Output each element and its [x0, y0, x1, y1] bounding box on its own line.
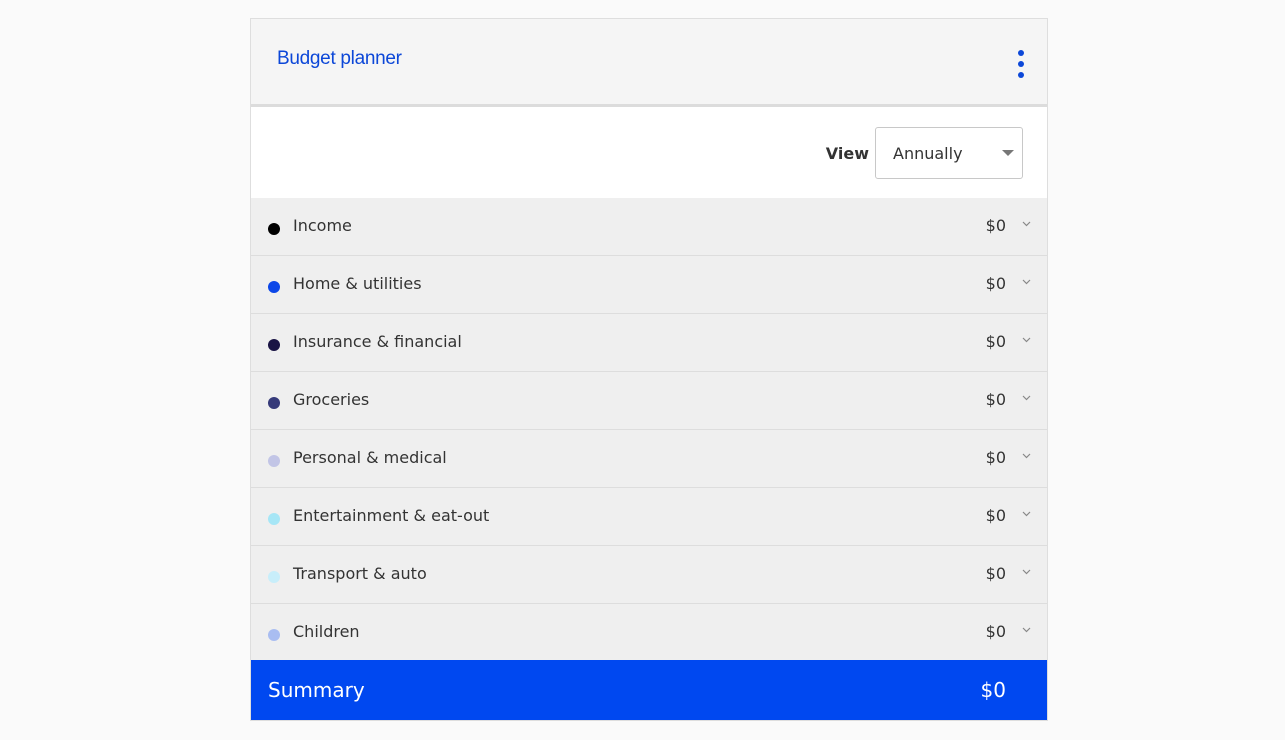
page-title: Budget planner	[277, 48, 402, 69]
widget-header: Budget planner	[251, 19, 1047, 107]
category-list: Income $0 Home & utilities $0 Insurance …	[251, 198, 1047, 662]
summary-label: Summary	[268, 678, 365, 702]
category-color-dot	[268, 281, 280, 293]
category-label: Insurance & financial	[293, 332, 462, 351]
category-amount: $0	[985, 390, 1006, 409]
summary-bar[interactable]: Summary $0	[251, 660, 1047, 720]
category-row-groceries[interactable]: Groceries $0	[251, 372, 1047, 430]
category-amount: $0	[985, 506, 1006, 525]
category-row-insurance-financial[interactable]: Insurance & financial $0	[251, 314, 1047, 372]
category-row-entertainment-eat-out[interactable]: Entertainment & eat-out $0	[251, 488, 1047, 546]
category-amount: $0	[985, 274, 1006, 293]
chevron-down-icon	[1022, 395, 1031, 401]
view-period-value: Annually	[893, 144, 963, 163]
chevron-down-icon	[1022, 453, 1031, 459]
category-amount: $0	[985, 622, 1006, 641]
category-amount: $0	[985, 448, 1006, 467]
budget-planner-widget: Budget planner View Annually Income $0 H…	[250, 18, 1048, 721]
kebab-menu-icon[interactable]	[1009, 49, 1033, 79]
chevron-down-icon	[1022, 511, 1031, 517]
category-color-dot	[268, 455, 280, 467]
caret-down-icon	[1002, 150, 1014, 156]
category-row-personal-medical[interactable]: Personal & medical $0	[251, 430, 1047, 488]
category-label: Transport & auto	[293, 564, 427, 583]
chevron-down-icon	[1022, 569, 1031, 575]
category-label: Income	[293, 216, 352, 235]
category-color-dot	[268, 571, 280, 583]
category-label: Entertainment & eat-out	[293, 506, 490, 525]
category-label: Home & utilities	[293, 274, 422, 293]
chevron-down-icon	[1022, 279, 1031, 285]
view-label: View	[825, 144, 869, 163]
category-color-dot	[268, 223, 280, 235]
category-color-dot	[268, 397, 280, 409]
kebab-dot	[1018, 72, 1024, 78]
category-color-dot	[268, 339, 280, 351]
chevron-down-icon	[1022, 627, 1031, 633]
category-amount: $0	[985, 216, 1006, 235]
category-row-income[interactable]: Income $0	[251, 198, 1047, 256]
kebab-dot	[1018, 50, 1024, 56]
chevron-down-icon	[1022, 221, 1031, 227]
category-amount: $0	[985, 564, 1006, 583]
summary-amount: $0	[980, 678, 1006, 702]
category-amount: $0	[985, 332, 1006, 351]
view-period-select[interactable]: Annually	[875, 127, 1023, 179]
view-selector-bar: View Annually	[251, 107, 1047, 198]
category-row-home-utilities[interactable]: Home & utilities $0	[251, 256, 1047, 314]
category-color-dot	[268, 629, 280, 641]
category-label: Children	[293, 622, 360, 641]
category-row-children[interactable]: Children $0	[251, 604, 1047, 662]
category-label: Personal & medical	[293, 448, 447, 467]
kebab-dot	[1018, 61, 1024, 67]
chevron-down-icon	[1022, 337, 1031, 343]
category-color-dot	[268, 513, 280, 525]
category-row-transport-auto[interactable]: Transport & auto $0	[251, 546, 1047, 604]
category-label: Groceries	[293, 390, 370, 409]
